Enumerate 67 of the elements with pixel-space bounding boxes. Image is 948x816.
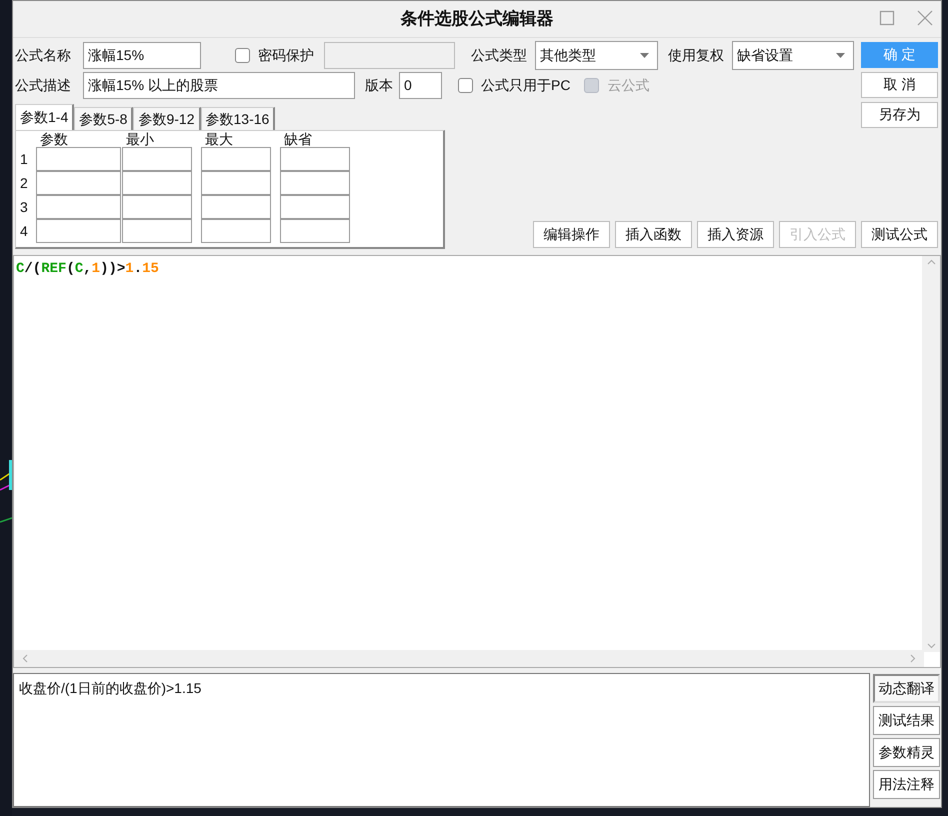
vertical-scrollbar[interactable] [922, 256, 940, 652]
close-icon[interactable] [917, 10, 933, 26]
checkbox-label: 公式只用于PC [481, 76, 570, 96]
input-field[interactable] [201, 147, 271, 172]
button[interactable]: 动态翻译 [873, 674, 940, 704]
input-field[interactable] [36, 147, 121, 172]
column-header: 缺省 [283, 131, 313, 148]
button[interactable]: 插入函数 [615, 221, 692, 248]
button[interactable]: 测试公式 [861, 221, 938, 248]
scroll-left-icon[interactable] [22, 654, 28, 664]
input-field[interactable] [201, 171, 271, 196]
tab[interactable]: 参数13-16 [200, 107, 276, 130]
input-field[interactable] [122, 171, 192, 196]
field-label: 使用复权 [668, 46, 724, 65]
tab[interactable]: 参数5-8 [74, 107, 134, 130]
code-line: C/(REF(C,1))>1.15 [16, 260, 159, 280]
window-title: 条件选股公式编辑器 [400, 8, 554, 30]
input-field[interactable] [280, 171, 350, 196]
input-field[interactable] [122, 195, 192, 220]
scroll-right-icon[interactable] [910, 654, 916, 664]
button[interactable]: 取 消 [861, 72, 938, 98]
column-header: 最大 [204, 131, 234, 148]
row-number: 4 [20, 222, 29, 241]
button[interactable]: 编辑操作 [533, 221, 610, 248]
name-field[interactable]: 涨幅15% [83, 42, 201, 69]
dropdown-arrow-icon [640, 52, 649, 58]
button[interactable]: 参数精灵 [873, 738, 940, 768]
dropdown-arrow-icon [836, 52, 845, 58]
field-label: 公式类型 [471, 46, 527, 65]
field-label: 公式描述 [15, 76, 72, 96]
input-field[interactable] [36, 195, 121, 220]
input-field[interactable] [122, 147, 192, 172]
scroll-down-icon[interactable] [926, 643, 936, 650]
field-label: 公式名称 [15, 46, 72, 65]
version-field[interactable]: 0 [399, 72, 442, 100]
column-header: 参数 [39, 131, 69, 148]
input-field[interactable] [36, 219, 121, 244]
input-field[interactable] [122, 219, 192, 244]
translation-text: 收盘价/(1日前的收盘价)>1.15 [19, 680, 202, 696]
tab[interactable]: 参数1-4 [15, 104, 74, 130]
row-number: 1 [20, 150, 29, 169]
input-field[interactable] [36, 171, 121, 196]
scroll-up-icon[interactable] [926, 259, 936, 266]
horizontal-scrollbar[interactable] [14, 650, 924, 668]
input-field[interactable] [280, 219, 350, 244]
input-field[interactable] [201, 219, 271, 244]
code-editor[interactable]: C/(REF(C,1))>1.15 [13, 255, 941, 668]
button[interactable]: 插入资源 [697, 221, 774, 248]
tab[interactable]: 参数9-12 [133, 107, 200, 130]
field-label: 版本 [365, 76, 393, 96]
input-field[interactable] [201, 195, 271, 220]
dropdown[interactable]: 缺省设置 [732, 40, 854, 70]
button[interactable]: 另存为 [861, 102, 938, 128]
dropdown[interactable]: 其他类型 [535, 40, 658, 70]
checkbox[interactable] [235, 48, 250, 63]
input-field[interactable] [280, 147, 350, 172]
column-header: 最小 [125, 131, 155, 148]
input-field[interactable] [280, 195, 350, 220]
row-number: 3 [20, 198, 29, 217]
maximize-icon[interactable] [879, 10, 895, 26]
checkbox-label: 云公式 [607, 76, 650, 96]
checkbox-label: 密码保护 [258, 46, 314, 65]
button[interactable]: 测试结果 [873, 706, 940, 736]
row-number: 2 [20, 174, 29, 193]
description-field[interactable]: 涨幅15% 以上的股票 [83, 72, 355, 100]
button[interactable]: 用法注释 [873, 770, 940, 800]
checkbox[interactable] [458, 78, 473, 94]
